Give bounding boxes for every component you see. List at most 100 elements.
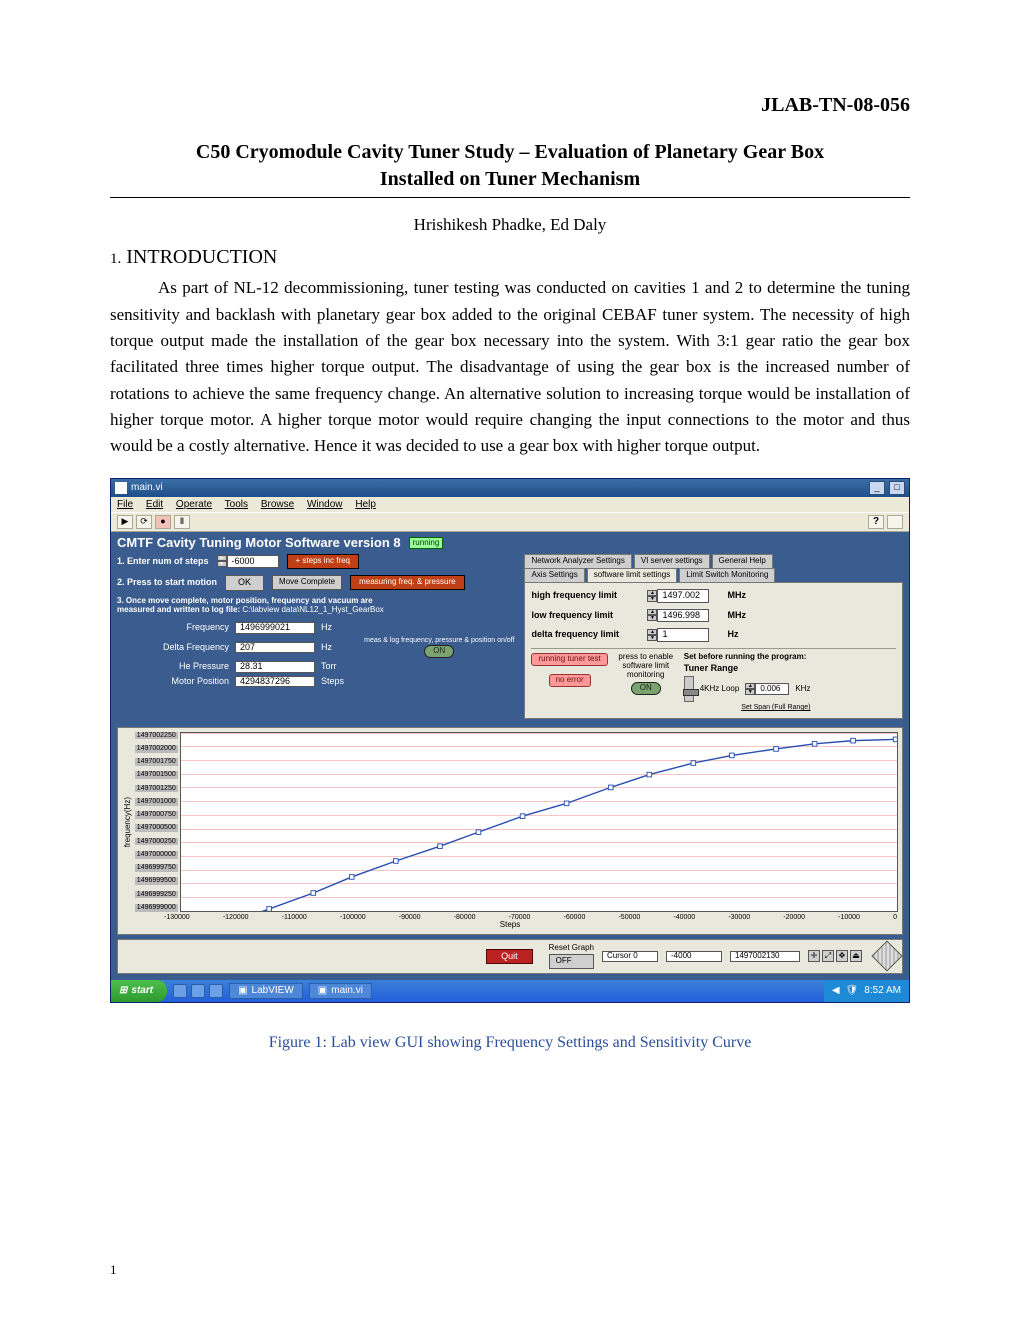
measuring-indicator: measuring freq. & pressure (350, 575, 465, 590)
steps-value[interactable]: -6000 (227, 555, 279, 569)
menu-browse[interactable]: Browse (261, 499, 294, 510)
app-title-row: CMTF Cavity Tuning Motor Software versio… (117, 536, 903, 550)
low-limit-input[interactable]: ▲▼ 1496.998 (647, 609, 709, 623)
span-input[interactable]: ▲▼ 0.006 (745, 683, 789, 696)
steps-input[interactable]: ▲▼ -6000 (217, 555, 279, 569)
toolbar: ▶ ⟳ ● Ⅱ ? (111, 512, 909, 532)
menu-file[interactable]: File (117, 499, 133, 510)
help-icon[interactable]: ? (868, 515, 884, 529)
delta-limit-input[interactable]: ▲▼ 1 (647, 628, 709, 642)
menu-operate[interactable]: Operate (176, 499, 212, 510)
step1-label: 1. Enter num of steps (117, 557, 209, 567)
steps-inc-freq-badge: + steps inc freq (287, 554, 359, 569)
graph-palette[interactable]: ✛ ⤢ ✥ ⏏ (808, 950, 862, 962)
delta-limit-unit: Hz (727, 630, 738, 640)
cursor-x[interactable]: -4000 (666, 951, 722, 962)
high-limit-unit: MHz (727, 591, 746, 601)
intro-paragraph: As part of NL-12 decommissioning, tuner … (110, 275, 910, 459)
frequency-unit: Hz (321, 623, 351, 633)
section-number: 1. (110, 251, 121, 267)
motor-pos-label: Motor Position (117, 677, 229, 687)
cursor-name[interactable]: Cursor 0 (602, 951, 658, 962)
set-before-label: Set before running the program: (684, 653, 807, 662)
pan-icon[interactable]: ✥ (836, 950, 848, 962)
delta-freq-value: 207 (235, 642, 315, 654)
taskbar-item-main-vi[interactable]: ▣ main.vi (309, 983, 372, 999)
delta-limit-value[interactable]: 1 (657, 628, 709, 642)
y-axis-ticks: 1497002250149700200014970017501497001500… (135, 732, 180, 912)
quit-button[interactable]: Quit (486, 949, 533, 965)
tab-software-limit[interactable]: software limit settings (587, 568, 677, 582)
window-titlebar[interactable]: main.vi _ □ (111, 479, 909, 497)
tab-general-help[interactable]: General Help (712, 554, 773, 568)
menu-help[interactable]: Help (355, 499, 376, 510)
log-file-path: C:\labview data\NL12_1_Hyst_GearBox (242, 605, 383, 614)
menu-bar[interactable]: File Edit Operate Tools Browse Window He… (111, 497, 909, 512)
tab-vi-server[interactable]: VI server settings (634, 554, 710, 568)
tray-icon-1[interactable]: ◀ (832, 985, 840, 996)
lock-icon[interactable]: ⏏ (850, 950, 862, 962)
meas-log-toggle[interactable]: ON (424, 645, 454, 658)
labview-window: main.vi _ □ File Edit Operate Tools Brow… (110, 478, 910, 1003)
run-continuous-button[interactable]: ⟳ (136, 515, 152, 529)
tab-limit-switch[interactable]: Limit Switch Monitoring (679, 568, 775, 582)
window-title: main.vi (131, 482, 163, 493)
pause-button[interactable]: Ⅱ (174, 515, 190, 529)
tuner-range-label: Tuner Range (684, 664, 738, 674)
system-tray[interactable]: ◀ 🛡 8:52 AM (824, 980, 909, 1002)
high-limit-value[interactable]: 1497.002 (657, 589, 709, 603)
tab-network-analyzer[interactable]: Network Analyzer Settings (524, 554, 631, 568)
step3-line1: 3. Once move complete, motor position, f… (117, 596, 373, 605)
menu-edit[interactable]: Edit (146, 499, 163, 510)
steps-spinner[interactable]: ▲▼ (217, 555, 227, 567)
ql-icon-1[interactable] (173, 984, 187, 998)
abort-button[interactable]: ● (155, 515, 171, 529)
run-button[interactable]: ▶ (117, 515, 133, 529)
span-value[interactable]: 0.006 (755, 683, 789, 696)
sensitivity-chart: frequency(Hz) 14970022501497002000149700… (117, 727, 903, 935)
limit-monitor-toggle[interactable]: ON (631, 682, 661, 695)
windows-logo-icon: ⊞ (119, 985, 127, 996)
app-icon (115, 482, 127, 494)
low-limit-value[interactable]: 1496.998 (657, 609, 709, 623)
set-span-label: Set Span (Full Range) (741, 704, 810, 712)
taskbar-item-labview[interactable]: ▣ LabVIEW (229, 983, 303, 999)
settings-panel: high frequency limit ▲▼ 1497.002 MHz low… (524, 582, 903, 719)
reset-graph-label: Reset Graph (549, 944, 594, 953)
settings-tabs-row2: Axis Settings software limit settings Li… (524, 568, 903, 582)
minimize-button[interactable]: _ (869, 481, 885, 495)
tuner-range-slider[interactable] (684, 676, 694, 702)
frequency-value: 1496999021 (235, 622, 315, 634)
vi-file-icon: ▣ (318, 985, 327, 996)
app-title: CMTF Cavity Tuning Motor Software versio… (117, 536, 401, 550)
high-limit-input[interactable]: ▲▼ 1497.002 (647, 589, 709, 603)
menu-window[interactable]: Window (307, 499, 343, 510)
he-pressure-unit: Torr (321, 662, 351, 672)
start-button[interactable]: ⊞ start (111, 980, 167, 1002)
zoom-icon[interactable]: ⤢ (822, 950, 834, 962)
windows-taskbar[interactable]: ⊞ start ▣ LabVIEW ▣ main.vi ◀ 🛡 8:52 AM (111, 980, 909, 1002)
span-unit: KHz (795, 685, 810, 694)
labview-icon: ▣ (238, 985, 247, 996)
plot-legend-icon[interactable] (871, 941, 902, 972)
title-line-1: C50 Cryomodule Cavity Tuner Study – Eval… (196, 141, 824, 163)
crosshair-icon[interactable]: ✛ (808, 950, 820, 962)
cursor-y[interactable]: 1497002130 (730, 951, 800, 962)
no-error-led: no error (549, 674, 591, 687)
ok-button[interactable]: OK (225, 575, 264, 591)
maximize-button[interactable]: □ (889, 481, 905, 495)
running-tuner-led: running tuner test (531, 653, 607, 666)
plot-area[interactable] (180, 732, 898, 912)
frequency-label: Frequency (117, 623, 229, 633)
reset-graph-toggle[interactable]: OFF (549, 954, 594, 969)
tech-note-id: JLAB-TN-08-056 (110, 90, 910, 121)
tab-axis-settings[interactable]: Axis Settings (524, 568, 584, 582)
quick-launch[interactable] (173, 984, 223, 998)
tray-icon-2[interactable]: 🛡 (846, 985, 859, 996)
ql-icon-2[interactable] (191, 984, 205, 998)
title-line-2: Installed on Tuner Mechanism (380, 168, 640, 190)
vi-icon[interactable] (887, 515, 903, 529)
high-limit-label: high frequency limit (531, 591, 641, 601)
ql-icon-3[interactable] (209, 984, 223, 998)
menu-tools[interactable]: Tools (225, 499, 248, 510)
